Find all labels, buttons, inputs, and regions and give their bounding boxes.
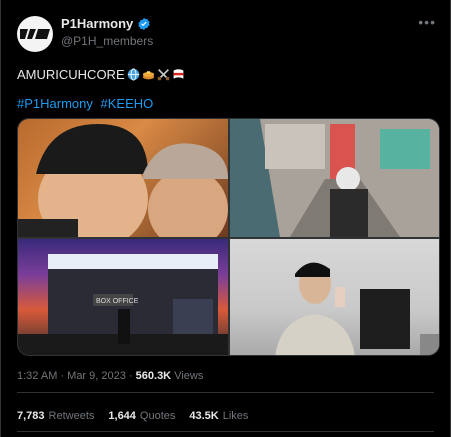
divider-bottom bbox=[17, 431, 434, 432]
crossed-swords-icon bbox=[157, 69, 169, 81]
avatar[interactable] bbox=[17, 16, 53, 52]
more-options-icon[interactable]: ••• bbox=[418, 14, 436, 30]
tweet-container: P1Harmony @P1H_members ••• AMURICUHCORE … bbox=[0, 0, 451, 437]
media-grid: BOX OFFICE bbox=[17, 118, 440, 356]
pancake-icon bbox=[142, 71, 154, 80]
views-count: 560.3K bbox=[135, 370, 172, 382]
divider bbox=[17, 392, 434, 393]
p1h-logo-icon bbox=[20, 29, 50, 39]
author-handle[interactable]: @P1H_members bbox=[61, 34, 153, 48]
globe-icon bbox=[127, 68, 139, 81]
engagement-stats: 7,783 Retweets 1,644 Quotes 43.5K Likes bbox=[17, 410, 248, 422]
selfie-photo[interactable] bbox=[18, 119, 228, 237]
tweet-time[interactable]: 1:32 AM bbox=[17, 370, 57, 382]
tweet-meta: 1:32 AM · Mar 9, 2023 · 560.3K Views bbox=[17, 370, 203, 382]
author-display-name[interactable]: P1Harmony bbox=[61, 16, 133, 31]
tweet-text: AMURICUHCORE bbox=[17, 67, 185, 82]
hashtag-keeho[interactable]: #KEEHO bbox=[101, 96, 154, 111]
hashtags: #P1Harmony #KEEHO bbox=[17, 96, 157, 111]
tweet-body: AMURICUHCORE bbox=[17, 67, 125, 82]
author-name-row: P1Harmony bbox=[61, 16, 151, 31]
retweets-stat[interactable]: 7,783 Retweets bbox=[17, 410, 94, 422]
quotes-stat[interactable]: 1,644 Quotes bbox=[108, 410, 175, 422]
hashtag-p1harmony[interactable]: #P1Harmony bbox=[17, 96, 93, 111]
mirror-selfie-photo[interactable] bbox=[230, 239, 439, 355]
svg-text:BOX OFFICE: BOX OFFICE bbox=[96, 298, 139, 305]
likes-stat[interactable]: 43.5K Likes bbox=[189, 410, 248, 422]
convenience-store-photo[interactable] bbox=[230, 119, 439, 237]
tweet-date[interactable]: Mar 9, 2023 bbox=[67, 370, 126, 382]
box-office-photo[interactable]: BOX OFFICE bbox=[18, 239, 228, 355]
meta-separator-2: · bbox=[128, 370, 133, 382]
flag-icon bbox=[173, 69, 183, 79]
meta-separator: · bbox=[60, 370, 65, 382]
verified-badge-icon bbox=[138, 17, 150, 30]
views-label: Views bbox=[174, 370, 204, 382]
